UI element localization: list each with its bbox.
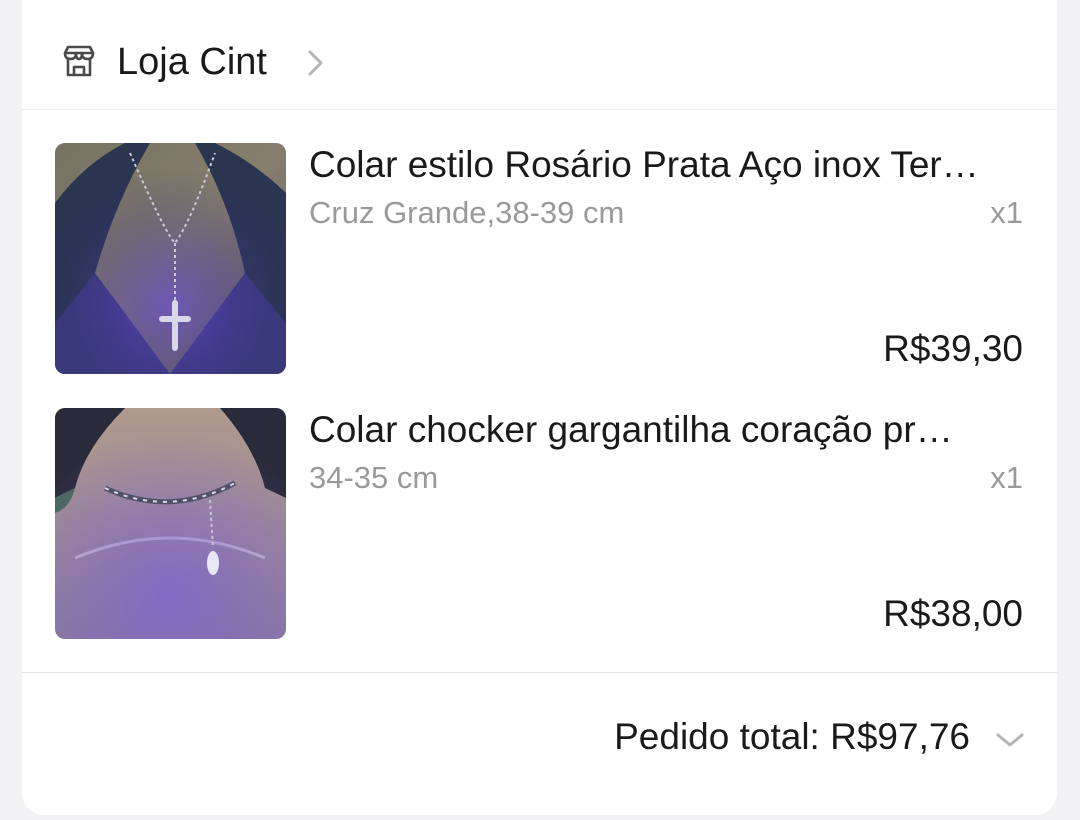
product-thumbnail[interactable] [55,143,286,374]
product-price: R$38,00 [883,593,1023,634]
chevron-down-icon[interactable] [994,730,1026,750]
product-title: Colar chocker gargantilha coração pr… [309,409,953,450]
rosary-necklace-photo [55,143,286,374]
product-price: R$39,30 [883,328,1023,369]
store-icon [63,45,95,77]
order-item[interactable]: Colar estilo Rosário Prata Aço inox Ter…… [22,143,1057,375]
order-total-label: Pedido total: [614,716,831,757]
order-total: Pedido total: R$97,76 [614,714,970,760]
product-quantity: x1 [990,195,1023,230]
order-total-value: R$97,76 [830,716,970,757]
store-header[interactable]: Loja Cint [22,0,1057,110]
choker-necklace-photo [55,408,286,639]
product-quantity: x1 [990,460,1023,495]
store-name[interactable]: Loja Cint [117,38,267,86]
chevron-right-icon[interactable] [305,47,327,79]
product-title: Colar estilo Rosário Prata Aço inox Ter… [309,144,979,185]
divider [22,672,1057,673]
product-thumbnail[interactable] [55,408,286,639]
product-variant: Cruz Grande,38-39 cm [309,195,625,230]
product-variant: 34-35 cm [309,460,439,495]
order-item[interactable]: Colar chocker gargantilha coração pr… 34… [22,408,1057,640]
